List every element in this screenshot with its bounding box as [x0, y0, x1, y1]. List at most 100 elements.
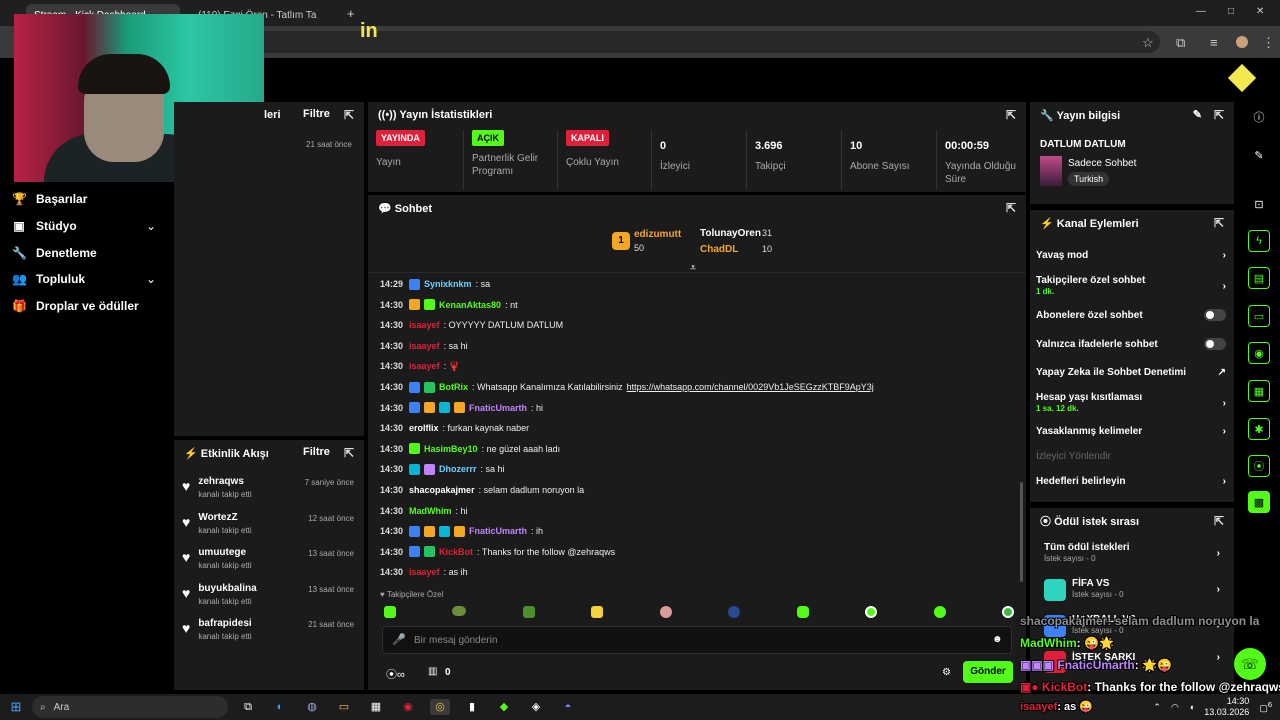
- send-button[interactable]: Gönder: [963, 661, 1013, 683]
- leader-name[interactable]: TolunayOren: [700, 228, 761, 239]
- chat-scrollbar[interactable]: [1020, 482, 1023, 582]
- info-icon[interactable]: ⓘ: [1248, 106, 1270, 128]
- focus-icon[interactable]: ⊡: [1248, 193, 1270, 215]
- chat-message[interactable]: 14:30 erolflix: furkan kaynak naber: [380, 419, 529, 437]
- message-user[interactable]: HasimBey10: [424, 444, 478, 454]
- new-tab-button[interactable]: +: [347, 6, 355, 21]
- notification-icon[interactable]: ▢6: [1259, 700, 1272, 714]
- url-input[interactable]: [120, 31, 1160, 53]
- banned-words-row[interactable]: Yasaklanmış kelimeler ›: [1036, 426, 1226, 437]
- message-user[interactable]: BotRix: [439, 382, 468, 392]
- followers-only-row[interactable]: Takipçilere özel sohbet 1 dk. ›: [1036, 275, 1226, 297]
- volume-icon[interactable]: ◖: [1189, 702, 1194, 712]
- discord-icon[interactable]: ◓: [558, 699, 578, 715]
- emoji-picker-icon[interactable]: ☻: [992, 634, 1003, 645]
- app-icon[interactable]: ◈: [526, 699, 546, 715]
- popout-icon[interactable]: ⇱: [1214, 514, 1224, 528]
- nav-drops[interactable]: 🎁 Droplar ve ödüller: [12, 295, 139, 317]
- emote-icon[interactable]: [865, 606, 878, 618]
- subscribers-only-toggle[interactable]: [1204, 309, 1226, 321]
- popout-icon[interactable]: ⇱: [1006, 108, 1016, 122]
- chat-message[interactable]: 14:29 Synixknkm: sa: [380, 275, 490, 293]
- chevron-down-icon[interactable]: ⌄: [146, 272, 156, 286]
- subscribers-only-row[interactable]: Abonelere özel sohbet: [1036, 309, 1226, 321]
- message-user[interactable]: MadWhim: [409, 506, 452, 516]
- message-link[interactable]: https://whatsapp.com/channel/0029Vb1JeSE…: [627, 382, 874, 392]
- emote-icon[interactable]: [522, 606, 535, 618]
- settings-icon[interactable]: ⚙: [942, 667, 951, 678]
- wifi-icon[interactable]: ◠: [1171, 702, 1179, 713]
- emote-icon[interactable]: [796, 606, 809, 618]
- maximize-button[interactable]: □: [1228, 6, 1234, 17]
- taskbar-search[interactable]: ⌕ Ara: [32, 696, 228, 718]
- app-icon[interactable]: ◆: [494, 699, 514, 715]
- windows-start-icon[interactable]: ⊞: [0, 699, 32, 715]
- pencil-icon[interactable]: ✎: [1248, 144, 1270, 166]
- bookmark-star-icon[interactable]: ☆: [1142, 35, 1154, 51]
- collapse-leaderboard-icon[interactable]: ⩡: [690, 262, 696, 275]
- reading-list-icon[interactable]: ≡: [1210, 35, 1218, 50]
- nav-moderation[interactable]: 🔧 Denetleme: [12, 242, 97, 264]
- message-user[interactable]: isaayef: [409, 341, 440, 351]
- extensions-icon[interactable]: ⧉: [1176, 35, 1185, 51]
- help-chat-icon[interactable]: ☏: [1234, 648, 1266, 680]
- message-user[interactable]: FnaticUmarth: [469, 403, 527, 413]
- chat-message[interactable]: 14:30 HasimBey10: ne güzel aaah ladı: [380, 440, 560, 458]
- tray-chevron-icon[interactable]: ⌃: [1153, 702, 1161, 713]
- chat-message[interactable]: 14:30 shacopakajmer: selam dadlum noruyon…: [380, 481, 584, 499]
- clock[interactable]: 14:30 13.03.2026: [1204, 696, 1249, 718]
- microphone-icon[interactable]: 🎤: [392, 633, 406, 646]
- emote-icon[interactable]: [1001, 606, 1014, 618]
- category-name[interactable]: Sadece Sohbet: [1068, 158, 1136, 169]
- profile-avatar[interactable]: [1236, 36, 1248, 48]
- nav-studio[interactable]: ▣ Stüdyo: [12, 215, 76, 237]
- message-user[interactable]: erolflix: [409, 423, 439, 433]
- popout-icon[interactable]: ⇱: [344, 108, 354, 122]
- message-user[interactable]: isaayef: [409, 320, 440, 330]
- message-user[interactable]: Dhozerrr: [439, 464, 477, 474]
- chat-message[interactable]: 14:30 isaayef: OYYYYY DATLUM DATLUM: [380, 316, 563, 334]
- popout-icon[interactable]: ⇱: [1006, 201, 1016, 215]
- emote-icon[interactable]: [384, 606, 396, 618]
- leader-name[interactable]: edizumutt: [634, 229, 681, 240]
- chat-message[interactable]: 14:30 KickBot: Thanks for the follow @zeh…: [380, 543, 615, 561]
- edge-icon[interactable]: ◐: [270, 699, 290, 715]
- rewards-icon[interactable]: ⦿: [1248, 455, 1270, 477]
- obs-icon[interactable]: ◉: [398, 699, 418, 715]
- emote-only-toggle[interactable]: [1204, 338, 1226, 350]
- task-view-icon[interactable]: ⧉: [238, 699, 258, 715]
- emote-icon[interactable]: [452, 606, 467, 616]
- emote-only-row[interactable]: Yalnızca ifadelerle sohbet: [1036, 338, 1226, 350]
- reward-row[interactable]: FİFA VS İstek sayısı - 0 ›: [1072, 578, 1220, 600]
- file-explorer-icon[interactable]: ▭: [334, 699, 354, 715]
- emote-icon[interactable]: [591, 606, 604, 618]
- chrome-menu-icon[interactable]: ⋮: [1262, 35, 1275, 51]
- message-user[interactable]: isaayef: [409, 567, 440, 577]
- ai-moderation-row[interactable]: Yapay Zeka ile Sohbet Denetimi ↗: [1036, 367, 1226, 378]
- popout-icon[interactable]: ⇱: [344, 446, 354, 460]
- chat-message[interactable]: 14:30 KenanAktas80: nt: [380, 296, 518, 314]
- nav-achievements[interactable]: 🏆 Başarılar: [12, 188, 87, 210]
- message-user[interactable]: KenanAktas80: [439, 300, 501, 310]
- nav-community[interactable]: 👥 Topluluk: [12, 268, 85, 290]
- minimize-button[interactable]: —: [1196, 6, 1206, 17]
- epic-games-icon[interactable]: ▮: [462, 699, 482, 715]
- emote-icon[interactable]: [728, 606, 741, 618]
- chrome-icon[interactable]: ◎: [430, 699, 450, 715]
- layout-icon[interactable]: ▦: [1248, 380, 1270, 402]
- message-user[interactable]: shacopakajmer: [409, 485, 475, 495]
- chat-message[interactable]: 14:30 FnaticUmarth: hi: [380, 399, 543, 417]
- filter-button[interactable]: Filtre: [303, 108, 330, 122]
- chat-message[interactable]: 14:30 isaayef: 🦞: [380, 357, 460, 375]
- clipboard-icon[interactable]: ▤: [1248, 267, 1270, 289]
- chat-message[interactable]: 14:30 BotRix: Whatsapp Kanalımıza Katılab…: [380, 378, 874, 396]
- message-user[interactable]: KickBot: [439, 547, 473, 557]
- account-age-row[interactable]: Hesap yaşı kısıtlaması 1 sa. 12 dk. ›: [1036, 392, 1226, 414]
- slow-mode-row[interactable]: Yavaş mod ›: [1036, 250, 1226, 261]
- filter-button[interactable]: Filtre: [303, 446, 330, 460]
- close-window-button[interactable]: ✕: [1256, 6, 1264, 17]
- chat-bubble-icon[interactable]: ▭: [1248, 305, 1270, 327]
- message-user[interactable]: Synixknkm: [424, 279, 472, 289]
- leader-name[interactable]: ChadDL: [700, 244, 738, 255]
- message-user[interactable]: FnaticUmarth: [469, 526, 527, 536]
